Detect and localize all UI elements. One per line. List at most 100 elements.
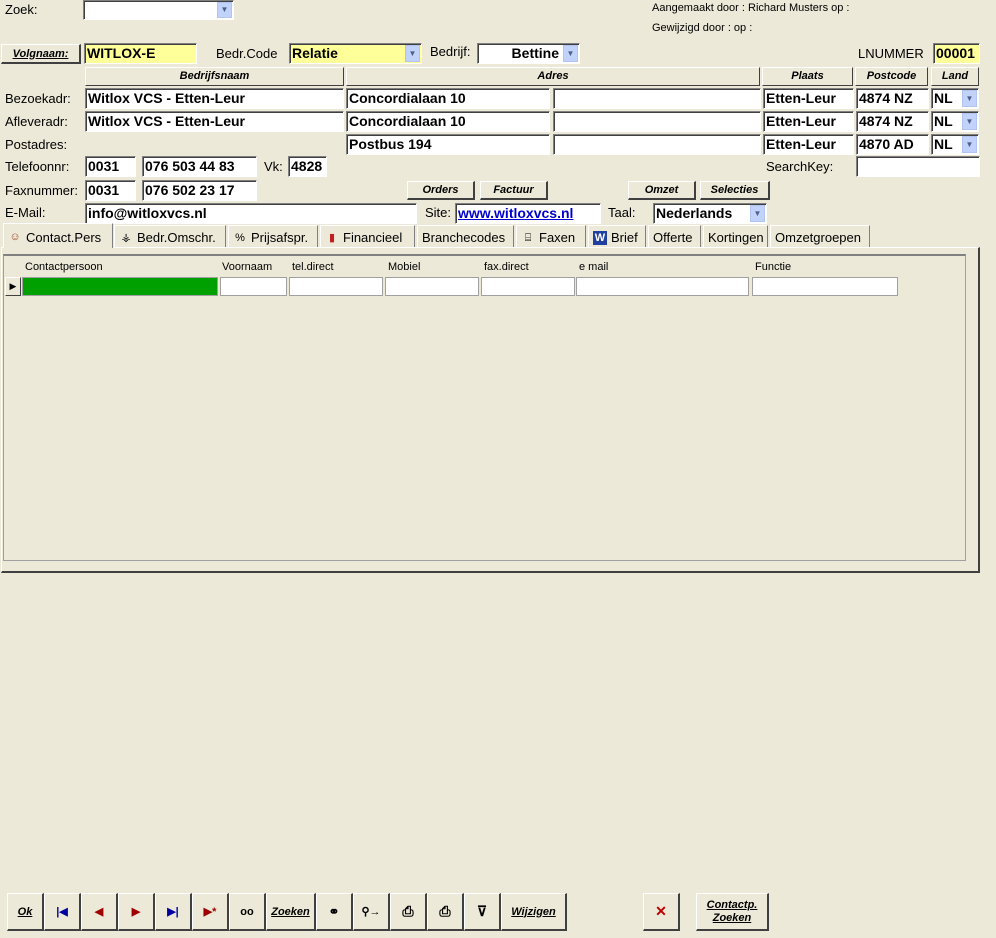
telefoon-number-field[interactable]: 076 503 44 83 bbox=[142, 156, 257, 177]
address-land-value: NL bbox=[934, 113, 953, 129]
grid-column-header: Voornaam bbox=[222, 261, 273, 273]
fax-label: Faxnummer: bbox=[5, 183, 78, 198]
contactp-zoeken-button[interactable]: Contactp. Zoeken bbox=[696, 893, 769, 931]
find-next-icon[interactable]: ⚲→ bbox=[353, 893, 390, 931]
address-row-label: Postadres: bbox=[5, 137, 68, 152]
lnummer-field[interactable]: 00001 bbox=[933, 43, 980, 64]
fax-prefix-field[interactable]: 0031 bbox=[85, 180, 136, 201]
site-field[interactable]: www.witloxvcs.nl bbox=[455, 203, 601, 224]
volgnaam-button-label: Volgnaam: bbox=[12, 47, 69, 60]
chevron-down-icon[interactable]: ▼ bbox=[563, 45, 578, 62]
address-adres-field[interactable]: Postbus 194 bbox=[346, 134, 550, 155]
glasses-icon[interactable]: oo bbox=[229, 893, 266, 931]
new-record-icon[interactable]: ▶* bbox=[192, 893, 229, 931]
filter-icon[interactable]: ⊽ bbox=[464, 893, 501, 931]
next-record-icon[interactable]: ▶ bbox=[118, 893, 155, 931]
tab-label: Omzetgroepen bbox=[775, 230, 861, 245]
tab-faxen[interactable]: ⌸ Faxen bbox=[516, 225, 586, 247]
grid-cell[interactable] bbox=[385, 277, 479, 296]
chevron-down-icon[interactable]: ▼ bbox=[962, 113, 977, 130]
address-plaats-field[interactable]: Etten-Leur bbox=[763, 134, 854, 155]
percent-icon: % bbox=[235, 231, 245, 244]
tab-brief[interactable]: W Brief bbox=[588, 225, 646, 247]
delete-record-icon[interactable]: ✕ bbox=[643, 893, 680, 931]
address-land-value: NL bbox=[934, 90, 953, 106]
tab-prijsafspr[interactable]: % Prijsafspr. bbox=[228, 225, 318, 247]
tab-label: Contact.Pers bbox=[26, 229, 102, 245]
zoeken-button[interactable]: Zoeken bbox=[266, 893, 316, 931]
address-adres-field[interactable]: Concordialaan 10 bbox=[346, 88, 550, 109]
tab-kortingen[interactable]: Kortingen bbox=[703, 225, 768, 247]
address-land-combobox[interactable]: NL ▼ bbox=[931, 111, 979, 132]
fax-number-field[interactable]: 076 502 23 17 bbox=[142, 180, 257, 201]
address-adres2-field[interactable] bbox=[553, 111, 761, 132]
address-bedrijfsnaam-field[interactable]: Witlox VCS - Etten-Leur bbox=[85, 111, 344, 132]
wijzigen-button[interactable]: Wijzigen bbox=[501, 893, 567, 931]
chevron-down-icon[interactable]: ▼ bbox=[962, 90, 977, 107]
address-postcode-field[interactable]: 4874 NZ bbox=[856, 111, 929, 132]
print-preview-icon[interactable]: ⎙ bbox=[427, 893, 464, 931]
omzet-button[interactable]: Omzet bbox=[628, 181, 696, 200]
wijzigen-button-label: Wijzigen bbox=[511, 905, 556, 918]
searchkey-label: SearchKey: bbox=[766, 159, 834, 174]
grid-cell[interactable] bbox=[481, 277, 575, 296]
bedrijf-combobox[interactable]: Bettine ▼ bbox=[477, 43, 580, 64]
address-adres2-field[interactable] bbox=[553, 134, 761, 155]
print-icon[interactable]: ⎙ bbox=[390, 893, 427, 931]
address-row-label: Bezoekadr: bbox=[5, 91, 71, 106]
tab-branchecodes[interactable]: Branchecodes bbox=[417, 225, 514, 247]
address-adres-field[interactable]: Concordialaan 10 bbox=[346, 111, 550, 132]
record-selector-icon[interactable]: ▶ bbox=[5, 277, 21, 296]
address-plaats-field[interactable]: Etten-Leur bbox=[763, 111, 854, 132]
chevron-down-icon[interactable]: ▼ bbox=[405, 45, 420, 62]
selecties-button[interactable]: Selecties bbox=[700, 181, 770, 200]
bedrcode-combobox[interactable]: Relatie ▼ bbox=[289, 43, 422, 64]
orders-button[interactable]: Orders bbox=[407, 181, 475, 200]
grid-cell[interactable] bbox=[289, 277, 383, 296]
address-plaats-field[interactable]: Etten-Leur bbox=[763, 88, 854, 109]
vk-field[interactable]: 4828 bbox=[288, 156, 327, 177]
email-field[interactable]: info@witloxvcs.nl bbox=[85, 203, 417, 224]
address-postcode-field[interactable]: 4874 NZ bbox=[856, 88, 929, 109]
bedrcode-value: Relatie bbox=[292, 45, 338, 61]
tab-label: Offerte bbox=[653, 230, 693, 245]
tab-label: Kortingen bbox=[708, 230, 764, 245]
telefoon-prefix-field[interactable]: 0031 bbox=[85, 156, 136, 177]
tab-bedromschr[interactable]: ⚶ Bedr.Omschr. bbox=[114, 225, 226, 247]
tab-omzetgroepen[interactable]: Omzetgroepen bbox=[770, 225, 870, 247]
chevron-down-icon[interactable]: ▼ bbox=[962, 136, 977, 153]
grid-cell[interactable] bbox=[752, 277, 898, 296]
taal-combobox[interactable]: Nederlands ▼ bbox=[653, 203, 767, 224]
zoek-combobox[interactable]: ▼ bbox=[83, 0, 234, 20]
last-record-icon[interactable]: ▶| bbox=[155, 893, 192, 931]
binoculars-icon[interactable]: ⚭ bbox=[316, 893, 353, 931]
grid-cell[interactable] bbox=[220, 277, 287, 296]
contact-subform bbox=[3, 254, 966, 561]
ok-button[interactable]: Ok bbox=[7, 893, 44, 931]
first-record-icon[interactable]: |◀ bbox=[44, 893, 81, 931]
header-adres: Adres bbox=[346, 67, 760, 86]
address-bedrijfsnaam-field[interactable]: Witlox VCS - Etten-Leur bbox=[85, 88, 344, 109]
tab-offerte[interactable]: Offerte bbox=[648, 225, 701, 247]
previous-record-icon[interactable]: ◀ bbox=[81, 893, 118, 931]
address-land-combobox[interactable]: NL ▼ bbox=[931, 88, 979, 109]
header-land: Land bbox=[931, 67, 979, 86]
volgnaam-field[interactable]: WITLOX-E bbox=[84, 43, 197, 64]
grid-cell[interactable] bbox=[576, 277, 749, 296]
tab-label: Bedr.Omschr. bbox=[137, 230, 216, 245]
volgnaam-button[interactable]: Volgnaam: bbox=[1, 44, 81, 64]
chevron-down-icon[interactable]: ▼ bbox=[750, 205, 765, 222]
word-icon: W bbox=[593, 230, 607, 245]
factuur-button[interactable]: Factuur bbox=[480, 181, 548, 200]
address-land-combobox[interactable]: NL ▼ bbox=[931, 134, 979, 155]
address-adres2-field[interactable] bbox=[553, 88, 761, 109]
tab-contactpers[interactable]: ☺ Contact.Pers bbox=[3, 223, 113, 248]
contact-icon: ☺ bbox=[9, 231, 21, 243]
searchkey-field[interactable] bbox=[856, 156, 980, 177]
site-link[interactable]: www.witloxvcs.nl bbox=[458, 205, 573, 221]
grid-cell[interactable] bbox=[22, 277, 218, 296]
header-plaats: Plaats bbox=[762, 67, 853, 86]
tab-financieel[interactable]: ▮ Financieel bbox=[320, 225, 415, 247]
address-postcode-field[interactable]: 4870 AD bbox=[856, 134, 929, 155]
chevron-down-icon[interactable]: ▼ bbox=[217, 2, 232, 18]
